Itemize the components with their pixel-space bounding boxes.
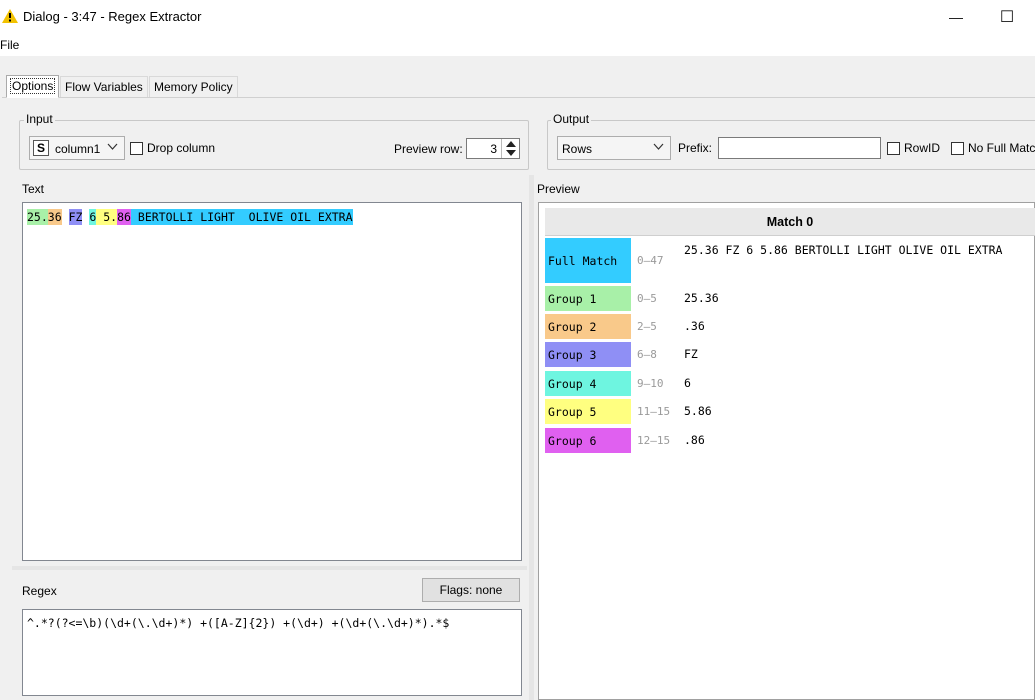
match-row-label: Group 1 [545, 286, 631, 311]
match-row: Group 1 0–5 25.36 [545, 286, 1035, 311]
spinner-up-icon[interactable] [506, 141, 516, 147]
regex-label: Regex [22, 584, 57, 598]
text-segment [96, 209, 104, 225]
match-row-range: 12–15 [637, 434, 671, 447]
match-row-value: 5.86 [684, 404, 712, 418]
text-segment: 86 [117, 209, 131, 225]
column-select-value: column1 [55, 142, 101, 156]
text-area[interactable]: 25.36 FZ 6 5.86 BERTOLLI LIGHT OLIVE OIL… [22, 202, 522, 561]
column-select[interactable]: S column1 [29, 136, 125, 160]
prefix-label: Prefix: [678, 141, 713, 155]
match-row-label: Group 5 [545, 399, 631, 424]
chevron-down-icon [653, 141, 664, 155]
preview-row-value: 3 [490, 142, 497, 156]
warning-triangle-icon [2, 9, 18, 23]
match-row: Group 4 9–10 6 [545, 371, 1035, 396]
text-segment [61, 209, 69, 225]
match-row-label: Group 3 [545, 342, 631, 367]
window-title: Dialog - 3:47 - Regex Extractor [23, 9, 202, 24]
spinner-down-icon[interactable] [506, 150, 516, 156]
match-header: Match 0 [545, 208, 1035, 236]
no-full-match-checkbox[interactable] [951, 142, 964, 155]
prefix-input[interactable] [718, 137, 881, 159]
output-group-legend: Output [551, 112, 592, 126]
title-bar: Dialog - 3:47 - Regex Extractor — ☐ [0, 0, 1035, 34]
drop-column-checkbox[interactable] [130, 142, 143, 155]
match-row: Group 6 12–15 .86 [545, 428, 1035, 453]
menu-bar: File [0, 34, 1035, 56]
minimize-icon: — [949, 9, 963, 25]
match-row-range: 6–8 [637, 348, 657, 361]
tab-divider [2, 97, 1035, 98]
text-segment: 25. [27, 209, 48, 225]
text-regex-divider[interactable] [12, 566, 527, 570]
input-group-legend: Input [24, 112, 55, 126]
regex-input[interactable]: ^.*?(?<=\b)(\d+(\.\d+)*) +([A-Z]{2}) +(\… [22, 609, 522, 696]
chevron-down-icon [107, 141, 118, 155]
preview-row-spinner[interactable]: 3 [466, 138, 520, 159]
match-row: Group 2 2–5 .36 [545, 314, 1035, 339]
match-row-range: 9–10 [637, 377, 664, 390]
match-row-range: 0–47 [637, 254, 664, 267]
preview-label: Preview [537, 182, 580, 196]
text-label: Text [22, 182, 45, 196]
text-segment: 6 [89, 209, 97, 225]
match-row-range: 2–5 [637, 320, 657, 333]
split-pane-divider[interactable] [529, 175, 534, 700]
text-segment: BERTOLLI LIGHT OLIVE OIL EXTRA [130, 209, 353, 225]
preview-row-label: Preview row: [394, 142, 463, 156]
tab-options[interactable]: Options [6, 75, 60, 98]
no-full-match-label: No Full Matc [968, 141, 1035, 155]
match-row: Group 5 11–15 5.86 [545, 399, 1035, 424]
tab-memory-policy[interactable]: Memory Policy [149, 76, 238, 97]
tab-flow-variables[interactable]: Flow Variables [60, 76, 148, 97]
match-row-label: Group 2 [545, 314, 631, 339]
highlighted-text: 25.36 FZ 6 5.86 BERTOLLI LIGHT OLIVE OIL… [27, 209, 353, 225]
match-row-value: 25.36 [684, 291, 719, 305]
match-row: Full Match 0–47 25.36 FZ 6 5.86 BERTOLLI L… [545, 238, 1035, 283]
rowid-checkbox[interactable] [887, 142, 900, 155]
tab-label: Memory Policy [154, 80, 233, 94]
regex-pattern: ^.*?(?<=\b)(\d+(\.\d+)*) +([A-Z]{2}) +(\… [27, 616, 450, 630]
match-row-value: FZ [684, 347, 698, 361]
match-row: Group 3 6–8 FZ [545, 342, 1035, 367]
minimize-button[interactable]: — [941, 4, 971, 30]
output-select-value: Rows [562, 142, 593, 156]
text-segment: FZ [68, 209, 83, 225]
menu-file[interactable]: File [0, 38, 19, 52]
match-row-value: .36 [684, 319, 705, 333]
flags-button[interactable]: Flags: none [422, 578, 520, 602]
match-row-value: .86 [684, 433, 705, 447]
match-row-label: Group 4 [545, 371, 631, 396]
rowid-label: RowID [904, 141, 941, 155]
match-row-range: 11–15 [637, 405, 671, 418]
drop-column-label: Drop column [147, 141, 216, 155]
output-select[interactable]: Rows [557, 136, 671, 160]
tab-label: Flow Variables [65, 80, 143, 94]
match-row-range: 0–5 [637, 292, 657, 305]
maximize-button[interactable]: ☐ [992, 4, 1022, 30]
tab-label: Options [9, 78, 56, 94]
maximize-icon: ☐ [999, 9, 1015, 26]
match-row-value: 25.36 FZ 6 5.86 BERTOLLI LIGHT OLIVE OIL… [684, 243, 1003, 257]
spinner-buttons [501, 139, 519, 158]
text-segment: 36 [47, 209, 62, 225]
text-segment [82, 209, 90, 225]
match-row-label: Full Match [545, 238, 631, 283]
match-row-value: 6 [684, 376, 691, 390]
text-segment: 5. [103, 209, 118, 225]
string-type-badge: S [33, 140, 49, 156]
match-row-label: Group 6 [545, 428, 631, 453]
